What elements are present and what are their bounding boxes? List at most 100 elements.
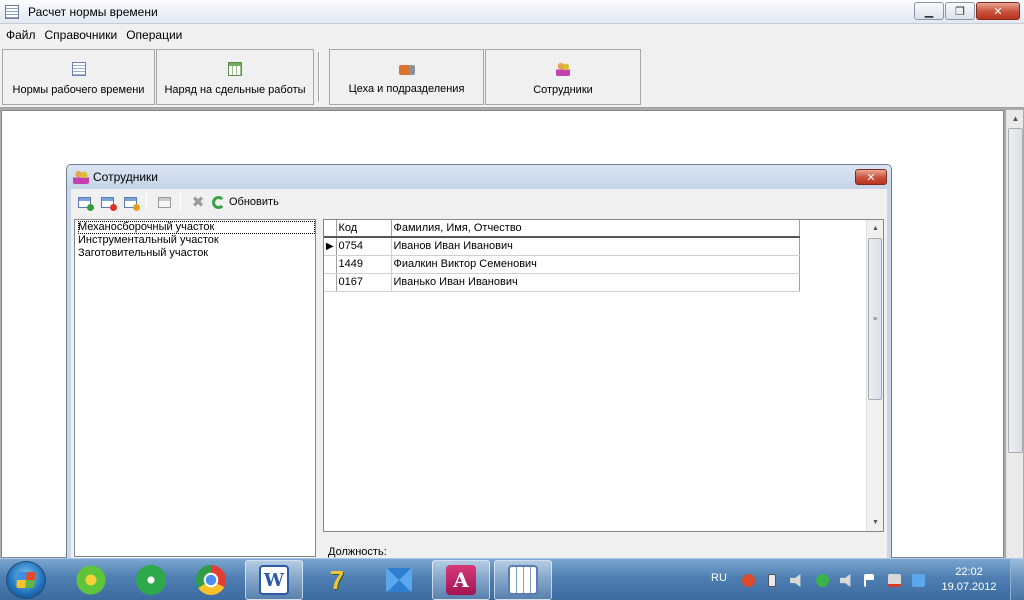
taskbar-app[interactable]: 7 xyxy=(308,560,366,600)
column-header-code[interactable]: Код xyxy=(336,220,392,238)
grid-vertical-scrollbar[interactable]: ▲ ≡ ▼ xyxy=(866,220,883,531)
people-icon xyxy=(73,170,89,184)
dropbox-tray-icon[interactable] xyxy=(912,574,925,587)
scroll-down-icon[interactable]: ▼ xyxy=(867,514,884,531)
taskbar-app[interactable] xyxy=(182,560,240,600)
table-icon xyxy=(228,62,242,76)
export-button[interactable] xyxy=(154,192,174,212)
taskbar-app[interactable] xyxy=(370,560,428,600)
department-item[interactable]: Заготовительный участок xyxy=(78,247,315,260)
departments-tree[interactable]: Механосборочный участок Инструментальный… xyxy=(74,219,316,557)
window-titlebar: Расчет нормы времени ▁ ❐ ✕ xyxy=(0,0,1024,24)
toolbar-separator xyxy=(318,52,320,102)
access-icon: A xyxy=(446,565,476,595)
network-icon[interactable] xyxy=(816,574,829,587)
work-time-norms-label: Нормы рабочего времени xyxy=(12,84,145,96)
close-button[interactable]: ✕ xyxy=(976,2,1020,20)
truck-icon xyxy=(398,65,415,75)
main-toolbar: Нормы рабочего времени Наряд на сдельные… xyxy=(0,46,1024,108)
employees-grid[interactable]: Код Фамилия, Имя, Отчество ▶ 0754 Иванов… xyxy=(323,219,884,532)
scroll-up-icon[interactable]: ▲ xyxy=(1007,110,1024,127)
cancel-button[interactable]: ✖ xyxy=(188,192,208,212)
people-icon xyxy=(556,62,570,76)
word-icon: W xyxy=(259,565,289,595)
icq-icon xyxy=(76,565,106,595)
disconnected-network-icon[interactable] xyxy=(888,574,901,587)
clock[interactable]: 22:02 19.07.2012 xyxy=(938,565,1000,595)
menu-references[interactable]: Справочники xyxy=(42,28,121,42)
delete-record-icon xyxy=(100,196,117,211)
cell-code[interactable]: 0754 xyxy=(336,237,392,256)
chrome-icon xyxy=(196,565,226,595)
cell-fullname[interactable]: Фиалкин Виктор Семенович xyxy=(391,255,800,274)
employees-window-title: Сотрудники xyxy=(93,170,158,184)
add-record-icon xyxy=(77,196,94,211)
export-icon xyxy=(157,196,171,208)
taskbar-app[interactable] xyxy=(62,560,120,600)
work-time-norms-button[interactable]: Нормы рабочего времени xyxy=(2,49,155,105)
maximize-button[interactable]: ❐ xyxy=(945,2,975,20)
battery-icon[interactable] xyxy=(768,574,776,587)
row-header-corner xyxy=(324,220,337,238)
speaker-icon[interactable] xyxy=(840,574,851,587)
language-indicator[interactable]: RU xyxy=(711,572,727,584)
cancel-icon: ✖ xyxy=(191,194,205,211)
employees-window-close-button[interactable]: ✕ xyxy=(855,169,887,185)
department-item[interactable]: Механосборочный участок xyxy=(78,221,315,234)
minimize-button[interactable]: ▁ xyxy=(914,2,944,20)
scroll-up-icon[interactable]: ▲ xyxy=(867,220,884,237)
refresh-label: Обновить xyxy=(229,196,279,208)
action-center-flag-icon[interactable] xyxy=(864,574,874,587)
departments-button[interactable]: Цеха и подразделения xyxy=(329,49,484,105)
piecework-order-button[interactable]: Наряд на сдельные работы xyxy=(156,49,314,105)
cell-fullname[interactable]: Иванько Иван Иванович xyxy=(391,273,800,292)
cell-fullname[interactable]: Иванов Иван Иванович xyxy=(391,237,800,256)
row-header xyxy=(324,255,337,274)
cell-code[interactable]: 0167 xyxy=(336,273,392,292)
add-record-button[interactable] xyxy=(74,192,94,212)
start-button[interactable] xyxy=(6,561,46,599)
windows-logo-icon xyxy=(16,572,36,588)
position-label: Должность: xyxy=(328,546,387,558)
taskbar-app[interactable] xyxy=(122,560,180,600)
refresh-button[interactable]: Обновить xyxy=(212,195,279,209)
scroll-grip-icon: ≡ xyxy=(872,315,878,323)
scrollbar-thumb[interactable] xyxy=(1008,128,1023,453)
taskbar-app[interactable] xyxy=(494,560,552,600)
menu-file[interactable]: Файл xyxy=(3,28,39,42)
table-row[interactable]: ▶ 0754 Иванов Иван Иванович xyxy=(324,237,800,256)
clock-date: 19.07.2012 xyxy=(941,581,997,593)
piecework-order-label: Наряд на сдельные работы xyxy=(164,84,306,96)
menu-bar: Файл Справочники Операции xyxy=(0,24,1024,46)
employees-button[interactable]: Сотрудники xyxy=(485,49,641,105)
menu-operations[interactable]: Операции xyxy=(123,28,185,42)
radio-icon xyxy=(136,565,166,595)
refresh-icon xyxy=(212,195,225,209)
employees-label: Сотрудники xyxy=(533,84,593,96)
main-vertical-scrollbar[interactable]: ▲ xyxy=(1006,110,1023,558)
table-row[interactable]: 1449 Фиалкин Виктор Семенович xyxy=(324,255,800,274)
dropbox-icon xyxy=(386,568,412,592)
grid-scrollbar-thumb[interactable]: ≡ xyxy=(868,238,882,400)
seven-zip-icon: 7 xyxy=(329,564,345,595)
taskbar-app[interactable]: W xyxy=(245,560,303,600)
volume-icon[interactable] xyxy=(790,574,801,587)
document-list-icon xyxy=(71,62,86,76)
employees-window-titlebar: Сотрудники ✕ xyxy=(67,165,891,189)
table-header-row: Код Фамилия, Имя, Отчество xyxy=(324,220,800,238)
table-app-icon xyxy=(508,565,538,595)
delete-record-button[interactable] xyxy=(97,192,117,212)
employees-table: Код Фамилия, Имя, Отчество ▶ 0754 Иванов… xyxy=(324,220,800,292)
edit-record-button[interactable] xyxy=(120,192,140,212)
window-controls: ▁ ❐ ✕ xyxy=(914,2,1020,20)
show-desktop-button[interactable] xyxy=(1010,559,1024,600)
cell-code[interactable]: 1449 xyxy=(336,255,392,274)
table-row[interactable]: 0167 Иванько Иван Иванович xyxy=(324,273,800,292)
toolbar-separator xyxy=(146,193,147,211)
taskbar-app[interactable]: A xyxy=(432,560,490,600)
tray-app-icon[interactable] xyxy=(742,574,755,587)
column-header-fullname[interactable]: Фамилия, Имя, Отчество xyxy=(391,220,800,238)
employees-window-body: ✖ Обновить Механосборочный участок Инстр… xyxy=(71,189,887,559)
department-item[interactable]: Инструментальный участок xyxy=(78,234,315,247)
app-icon xyxy=(5,4,19,19)
